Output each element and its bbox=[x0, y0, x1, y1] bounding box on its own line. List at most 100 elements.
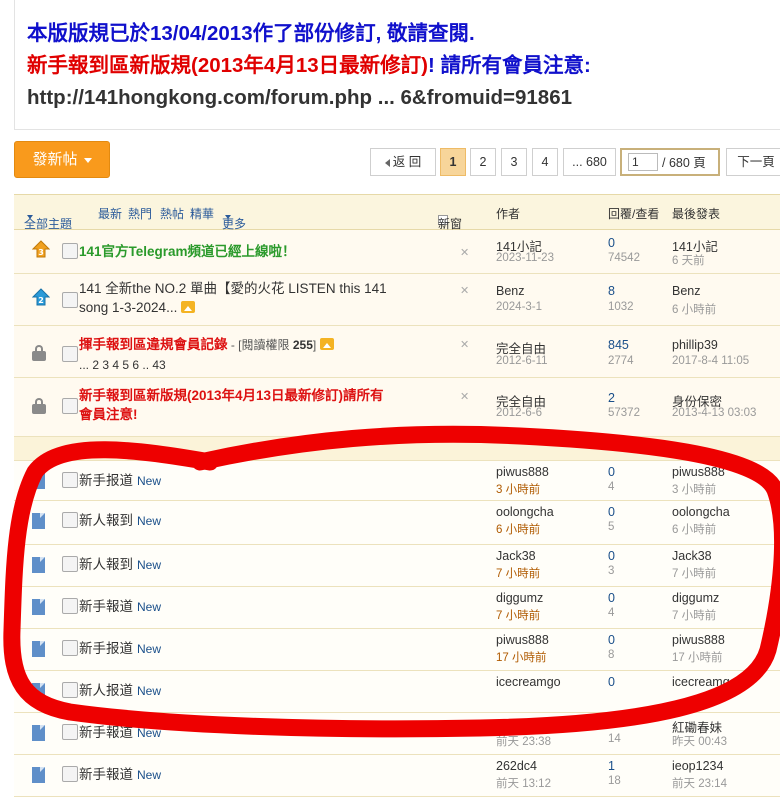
last-poster[interactable]: phillip39 bbox=[672, 338, 718, 352]
page-link-2[interactable]: 2 bbox=[470, 148, 496, 176]
thread-title-text: 揮手報到區違規會員記錄 bbox=[79, 337, 228, 352]
last-poster[interactable]: diggumz bbox=[672, 591, 719, 605]
close-icon[interactable]: ✕ bbox=[460, 246, 469, 259]
close-icon[interactable]: ✕ bbox=[460, 284, 469, 297]
reply-count[interactable]: 0 bbox=[608, 465, 615, 479]
replies-views-column-header: 回覆/查看 bbox=[608, 207, 660, 221]
announcement-link[interactable]: http://141hongkong.com/forum.php ... 6&f… bbox=[27, 82, 780, 114]
page-link-1[interactable]: 1 bbox=[440, 148, 466, 176]
announcement-line-1[interactable]: 本版版規已於13/04/2013作了部份修訂, 敬請查閱. bbox=[27, 18, 780, 50]
page-jump-input[interactable] bbox=[628, 153, 658, 171]
last-post-time[interactable]: 3 小時前 bbox=[672, 481, 716, 497]
last-post-time[interactable]: 6 小時前 bbox=[672, 301, 716, 317]
last-poster[interactable]: piwus888 bbox=[672, 633, 725, 647]
thread-title-text: 新人報到 bbox=[79, 557, 133, 572]
thread-author[interactable]: piwus888 bbox=[496, 633, 549, 647]
page-link-3[interactable]: 3 bbox=[501, 148, 527, 176]
last-post-time[interactable]: 昨天 00:43 bbox=[672, 733, 727, 749]
thread-author[interactable]: Jack38 bbox=[496, 549, 536, 563]
last-poster[interactable]: Benz bbox=[672, 284, 701, 298]
thread-title-link[interactable]: 新手报道 New bbox=[79, 471, 161, 491]
announcement-line-2b: (2013年4月13日最新修訂) bbox=[191, 54, 428, 77]
thread-title-link[interactable]: 141 全新the NO.2 單曲【愛的火花 LISTEN this 141 s… bbox=[79, 279, 419, 317]
last-post-time[interactable]: 2013-4-13 03:03 bbox=[672, 407, 756, 419]
close-icon[interactable]: ✕ bbox=[460, 338, 469, 351]
thread-author[interactable]: piwus888 bbox=[496, 465, 549, 479]
row-checkbox[interactable] bbox=[62, 512, 78, 528]
last-poster[interactable]: oolongcha bbox=[672, 505, 730, 519]
thread-author[interactable]: seacage2 bbox=[496, 717, 550, 731]
next-page-button[interactable]: 下一頁 bbox=[726, 148, 780, 176]
thread-author[interactable]: oolongcha bbox=[496, 505, 554, 519]
last-post-time[interactable]: 6 小時前 bbox=[672, 521, 716, 537]
row-checkbox[interactable] bbox=[62, 598, 78, 614]
view-count: 57372 bbox=[608, 407, 640, 419]
announcement-line-2[interactable]: 新手報到區新版規(2013年4月13日最新修訂)! 請所有會員注意: bbox=[27, 50, 780, 82]
filter-digest[interactable]: 精華 bbox=[190, 205, 214, 222]
page-link-last[interactable]: ... 680 bbox=[563, 148, 616, 176]
close-icon[interactable]: ✕ bbox=[460, 390, 469, 403]
thread-author[interactable]: Benz bbox=[496, 284, 525, 298]
thread-date: 2012-6-11 bbox=[496, 355, 548, 367]
reply-count[interactable]: 0 bbox=[608, 591, 615, 605]
last-poster[interactable]: icecreamgo bbox=[672, 675, 737, 689]
thread-title-link[interactable]: 141官方Telegram頻道已經上線啦！ bbox=[79, 242, 296, 261]
last-poster[interactable]: piwus888 bbox=[672, 465, 725, 479]
row-checkbox[interactable] bbox=[62, 724, 78, 740]
view-count: 5 bbox=[608, 521, 615, 533]
new-post-button[interactable]: 發新帖 bbox=[14, 141, 110, 178]
thread-title-link[interactable]: 新手報道 New bbox=[79, 597, 161, 617]
filter-latest[interactable]: 最新 bbox=[98, 205, 122, 222]
view-count: 1032 bbox=[608, 301, 634, 313]
reply-count[interactable]: 0 bbox=[608, 675, 615, 689]
thread-title-link[interactable]: 新人報到 New bbox=[79, 511, 161, 531]
row-checkbox[interactable] bbox=[62, 556, 78, 572]
reply-count[interactable]: 0 bbox=[608, 633, 615, 647]
last-poster[interactable]: Jack38 bbox=[672, 549, 712, 563]
thread-title-link[interactable]: 揮手報到區違規會員記錄 - [閱讀權限 255] bbox=[79, 335, 335, 355]
row-checkbox[interactable] bbox=[62, 766, 78, 782]
new-badge: New bbox=[137, 642, 162, 656]
last-post-time[interactable]: 7 小時前 bbox=[672, 565, 716, 581]
row-checkbox[interactable] bbox=[62, 640, 78, 656]
new-badge: New bbox=[137, 684, 162, 698]
thread-page-links[interactable]: ... 2 3 4 5 6 .. 43 bbox=[79, 358, 166, 372]
reply-count[interactable]: 845 bbox=[608, 338, 629, 352]
reply-count[interactable]: 0 bbox=[608, 505, 615, 519]
table-row: 揮手報到區違規會員記錄 - [閱讀權限 255] ... 2 3 4 5 6 .… bbox=[14, 326, 780, 378]
new-badge: New bbox=[137, 726, 162, 740]
thread-title-link[interactable]: 新手報到區新版規(2013年4月13日最新修訂)請所有 會員注意! bbox=[79, 386, 439, 424]
last-post-time[interactable]: 2017-8-4 11:05 bbox=[672, 355, 749, 367]
thread-title-link[interactable]: 新手報道 New bbox=[79, 765, 161, 785]
thread-author[interactable]: icecreamgo bbox=[496, 675, 561, 689]
last-poster[interactable]: ieop1234 bbox=[672, 759, 723, 773]
back-button[interactable]: 返 回 bbox=[370, 148, 436, 176]
reply-count[interactable]: 3 bbox=[608, 717, 615, 731]
row-checkbox[interactable] bbox=[62, 472, 78, 488]
reply-count[interactable]: 0 bbox=[608, 236, 615, 250]
reply-count[interactable]: 2 bbox=[608, 391, 615, 405]
thread-author[interactable]: 262dc4 bbox=[496, 759, 537, 773]
thread-title-link[interactable]: 新人报道 New bbox=[79, 681, 161, 701]
filter-hot[interactable]: 熱門 bbox=[128, 205, 152, 222]
reply-count[interactable]: 8 bbox=[608, 284, 615, 298]
reply-count[interactable]: 1 bbox=[608, 759, 615, 773]
thread-title-link[interactable]: 新人報到 New bbox=[79, 555, 161, 575]
filter-hot-posts[interactable]: 熱帖 bbox=[160, 205, 184, 222]
page-link-4[interactable]: 4 bbox=[532, 148, 558, 176]
row-checkbox[interactable] bbox=[62, 682, 78, 698]
back-label: 返 回 bbox=[392, 155, 422, 169]
thread-title-link[interactable]: 新手報道 New bbox=[79, 723, 161, 743]
last-post-time[interactable]: 7 小時前 bbox=[672, 607, 716, 623]
reply-count[interactable]: 0 bbox=[608, 549, 615, 563]
last-post-time[interactable]: 6 天前 bbox=[672, 252, 705, 268]
last-post-time[interactable]: 17 小時前 bbox=[672, 649, 723, 665]
row-checkbox[interactable] bbox=[62, 292, 78, 308]
thread-title-text: 141 全新the NO.2 單曲【愛的火花 LISTEN this 141 s… bbox=[79, 281, 387, 315]
last-post-time[interactable]: 前天 23:14 bbox=[672, 775, 727, 791]
thread-author[interactable]: diggumz bbox=[496, 591, 543, 605]
thread-title-link[interactable]: 新手报道 New bbox=[79, 639, 161, 659]
row-checkbox[interactable] bbox=[62, 398, 78, 414]
row-checkbox[interactable] bbox=[62, 243, 78, 259]
row-checkbox[interactable] bbox=[62, 346, 78, 362]
